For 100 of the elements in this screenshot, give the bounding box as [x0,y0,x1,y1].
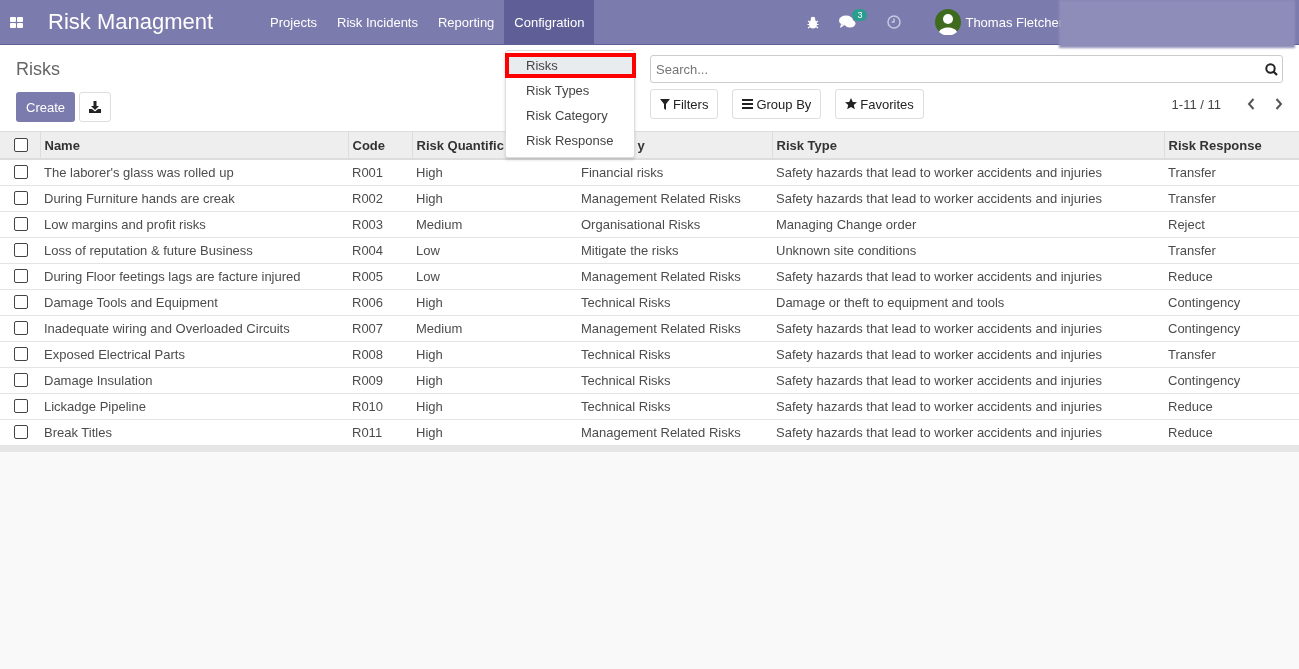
table-cell: Inadequate wiring and Overloaded Circuits [40,315,348,341]
table-cell: High [412,289,577,315]
table-cell: High [412,159,577,185]
table-cell: Medium [412,315,577,341]
table-cell: Low margins and profit risks [40,211,348,237]
table-cell: Safety hazards that lead to worker accidents and injuries [772,341,1164,367]
table-cell: Reject [1164,211,1299,237]
table-cell: Damage Tools and Equipment [40,289,348,315]
table-cell: Technical Risks [577,367,772,393]
table-cell: During Floor feetings lags are facture injured [40,263,348,289]
table-cell: High [412,341,577,367]
row-checkbox[interactable] [14,425,28,439]
table-cell: Management Related Risks [577,315,772,341]
message-count-badge: 3 [852,9,868,21]
table-cell: Management Related Risks [577,263,772,289]
table-cell: Contingency [1164,315,1299,341]
row-checkbox[interactable] [14,373,28,387]
next-page-icon[interactable] [1275,98,1283,110]
table-cell: Reduce [1164,393,1299,419]
table-cell: R011 [348,419,412,445]
table-cell: R009 [348,367,412,393]
dropdown-item[interactable]: Risks [505,53,636,78]
table-cell: R001 [348,159,412,185]
apps-menu-icon[interactable] [10,16,23,28]
table-cell: Low [412,263,577,289]
table-cell: R003 [348,211,412,237]
list-icon [742,99,754,109]
group-by-button[interactable]: Group By [732,89,822,119]
table-cell: High [412,367,577,393]
chat-icon[interactable] [839,15,857,29]
table-cell: Financial risks [577,159,772,185]
table-cell: Safety hazards that lead to worker accidents and injuries [772,419,1164,445]
table-cell: Safety hazards that lead to worker accidents and injuries [772,315,1164,341]
nav-menu-item[interactable]: Configration [504,0,595,44]
app-title: Risk Managment [48,9,214,35]
select-all-checkbox[interactable] [14,138,28,152]
row-checkbox[interactable] [14,295,28,309]
column-header[interactable]: Code [348,132,412,159]
search-field[interactable]: Search... [650,55,1283,83]
table-cell: Lickadge Pipeline [40,393,348,419]
table-cell: Exposed Electrical Parts [40,341,348,367]
row-checkbox[interactable] [14,243,28,257]
nav-menu-item[interactable]: Risk Incidents [327,0,428,44]
table-cell: Transfer [1164,159,1299,185]
row-checkbox[interactable] [14,399,28,413]
table-cell: Transfer [1164,237,1299,263]
dropdown-item[interactable]: Risk Category [506,103,634,128]
row-checkbox[interactable] [14,217,28,231]
row-checkbox[interactable] [14,321,28,335]
table-cell: Safety hazards that lead to worker accidents and injuries [772,263,1164,289]
avatar-icon[interactable] [935,9,962,35]
table-cell: Damage Insulation [40,367,348,393]
user-name[interactable]: Thomas Fletcher [965,14,1063,30]
table-cell: Contingency [1164,367,1299,393]
table-cell: Safety hazards that lead to worker accidents and injuries [772,393,1164,419]
table-cell: Contingency [1164,289,1299,315]
table-cell: Technical Risks [577,289,772,315]
table-cell: Management Related Risks [577,419,772,445]
table-cell: R008 [348,341,412,367]
row-checkbox[interactable] [14,269,28,283]
table-cell: Reduce [1164,419,1299,445]
table-cell: Loss of reputation & future Business [40,237,348,263]
bug-icon[interactable] [807,15,820,29]
table-cell: R006 [348,289,412,315]
table-cell: High [412,419,577,445]
column-header[interactable]: Name [40,132,348,159]
column-header[interactable]: Risk Type [772,132,1164,159]
table-cell: The laborer's glass was rolled up [40,159,348,185]
table-cell: Transfer [1164,185,1299,211]
star-icon [845,98,858,110]
download-button[interactable] [79,92,112,122]
table-cell: Break Titles [40,419,348,445]
nav-menu-item[interactable]: Reporting [427,0,505,44]
row-checkbox[interactable] [14,191,28,205]
page-title: Risks [16,59,60,80]
table-cell: Reduce [1164,263,1299,289]
column-header[interactable]: Risk Response [1164,132,1299,159]
table-cell: R002 [348,185,412,211]
search-icon[interactable] [1265,63,1278,76]
nav-menu-item[interactable]: Projects [260,0,328,44]
table-cell: During Furniture hands are creak [40,185,348,211]
table-cell: Safety hazards that lead to worker accidents and injuries [772,367,1164,393]
create-button[interactable]: Create [16,92,76,122]
favorites-button[interactable]: Favorites [835,89,924,119]
table-cell: High [412,393,577,419]
table-cell: Mitigate the risks [577,237,772,263]
filters-button[interactable]: Filters [650,89,719,119]
table-cell: Safety hazards that lead to worker accidents and injuries [772,159,1164,185]
table-cell: R007 [348,315,412,341]
table-cell: Managing Change order [772,211,1164,237]
row-checkbox[interactable] [14,165,28,180]
previous-page-icon[interactable] [1247,98,1255,110]
table-cell: Organisational Risks [577,211,772,237]
pager-value: 1-11 / 11 [1171,96,1221,112]
dropdown-item[interactable]: Risk Types [506,78,634,103]
filter-icon [660,98,670,110]
row-checkbox[interactable] [14,347,28,361]
table-cell: R005 [348,263,412,289]
table-cell: Technical Risks [577,341,772,367]
table-cell: Management Related Risks [577,185,772,211]
